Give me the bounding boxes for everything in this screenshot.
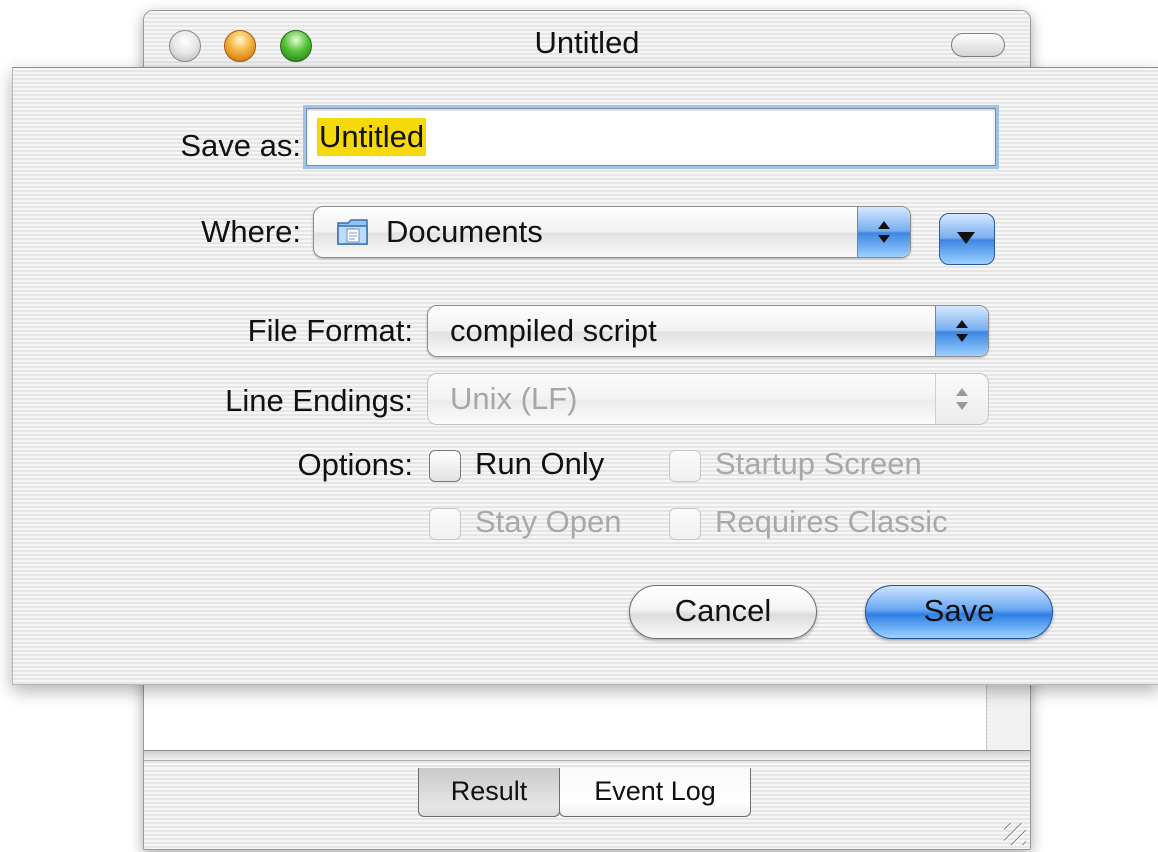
where-popup-menu[interactable]: Documents — [313, 206, 911, 258]
up-down-arrows-icon — [857, 207, 910, 257]
run-only-label: Run Only — [475, 446, 605, 481]
pane-splitter[interactable] — [144, 750, 1030, 761]
startup-screen-label: Startup Screen — [715, 446, 922, 481]
file-format-value: compiled script — [450, 313, 657, 348]
stay-open-label: Stay Open — [475, 504, 622, 539]
line-endings-popup-menu: Unix (LF) — [427, 373, 989, 425]
checkbox-box — [669, 508, 701, 540]
resize-grip-icon[interactable] — [1004, 823, 1026, 845]
where-value: Documents — [386, 214, 543, 249]
window-title: Untitled — [534, 25, 640, 60]
documents-folder-icon — [336, 217, 370, 252]
title-bar: Untitled — [144, 11, 1030, 70]
file-format-label: File Format: — [247, 313, 413, 348]
save-as-label: Save as: — [180, 128, 301, 163]
requires-classic-label: Requires Classic — [715, 504, 948, 539]
checkbox-box — [429, 508, 461, 540]
line-endings-value: Unix (LF) — [450, 381, 578, 416]
tab-result[interactable]: Result — [418, 768, 560, 817]
up-down-arrows-icon — [935, 306, 988, 356]
line-endings-label: Line Endings: — [225, 383, 413, 418]
checkbox-box — [669, 450, 701, 482]
filename-selected-text: Untitled — [317, 118, 427, 156]
toolbar-toggle-button[interactable] — [951, 33, 1005, 57]
startup-screen-checkbox: Startup Screen — [669, 444, 969, 484]
requires-classic-checkbox: Requires Classic — [669, 502, 1009, 542]
options-label: Options: — [297, 447, 413, 482]
where-label: Where: — [201, 214, 301, 249]
up-down-arrows-icon — [935, 374, 988, 424]
save-button[interactable]: Save — [865, 585, 1053, 639]
expand-dialog-button[interactable] — [939, 213, 995, 265]
result-pane: Result Event Log — [144, 768, 1030, 849]
tab-event-log[interactable]: Event Log — [559, 768, 751, 817]
checkbox-box[interactable] — [429, 450, 461, 482]
filename-input[interactable]: Untitled — [306, 108, 996, 166]
save-dialog-sheet: Save as: Untitled Where: Documents File … — [12, 67, 1158, 685]
file-format-popup-menu[interactable]: compiled script — [427, 305, 989, 357]
stay-open-checkbox: Stay Open — [429, 502, 659, 542]
cancel-button[interactable]: Cancel — [629, 585, 817, 639]
run-only-checkbox[interactable]: Run Only — [429, 444, 649, 484]
